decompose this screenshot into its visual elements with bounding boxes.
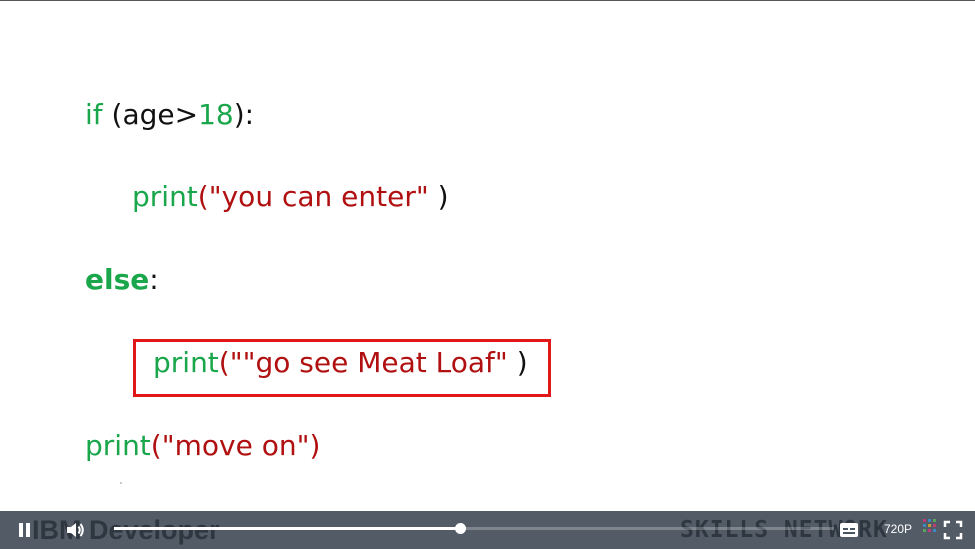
progress-fill	[114, 527, 460, 530]
condition-open: (age>	[102, 98, 199, 131]
grid-logo-icon	[923, 519, 936, 532]
volume-button[interactable]	[64, 519, 86, 541]
video-controls: IBM Developer SKILLS NETWORK 720P	[0, 511, 975, 549]
print-function: print	[132, 180, 198, 213]
paren-open: (	[150, 429, 162, 462]
network-grid-logo	[921, 517, 943, 543]
progress-bar[interactable]	[114, 523, 834, 534]
stray-dot	[120, 482, 122, 484]
print-function: print	[153, 346, 219, 379]
slide: if (age>18): print("you can enter" ) els…	[0, 1, 975, 511]
progress-knob[interactable]	[454, 523, 466, 534]
paren-close: )	[428, 180, 449, 213]
pause-button[interactable]	[14, 519, 36, 541]
captions-button[interactable]	[838, 519, 860, 541]
keyword-if: if	[85, 98, 103, 131]
code-line-print-enter: print("you can enter" )	[132, 180, 449, 214]
string-literal: ""go see Meat Loaf"	[229, 346, 508, 379]
paren-close: )	[507, 346, 528, 379]
ibm-developer-watermark: IBM Developer	[32, 515, 220, 545]
paren-close: )	[309, 429, 321, 462]
keyword-else: else	[85, 263, 150, 296]
volume-icon	[67, 523, 84, 537]
code-line-else: else:	[85, 263, 159, 297]
else-colon: :	[149, 263, 159, 296]
paren-open: (	[197, 180, 209, 213]
fullscreen-icon	[943, 520, 963, 540]
string-literal: "you can enter"	[208, 180, 429, 213]
string-literal: "move on"	[161, 429, 310, 462]
code-line-if: if (age>18):	[85, 98, 254, 132]
pause-icon	[19, 523, 30, 537]
video-player: if (age>18): print("you can enter" ) els…	[0, 0, 975, 549]
paren-open: (	[218, 346, 230, 379]
captions-icon	[840, 523, 858, 537]
print-function: print	[85, 429, 151, 462]
quality-selector[interactable]: 720P	[884, 522, 912, 536]
condition-close: ):	[233, 98, 255, 131]
fullscreen-button[interactable]	[942, 519, 964, 541]
number-literal: 18	[198, 98, 234, 131]
code-line-print-move-on: print("move on")	[85, 429, 320, 463]
code-line-print-meatloaf: print(""go see Meat Loaf" )	[153, 346, 528, 380]
